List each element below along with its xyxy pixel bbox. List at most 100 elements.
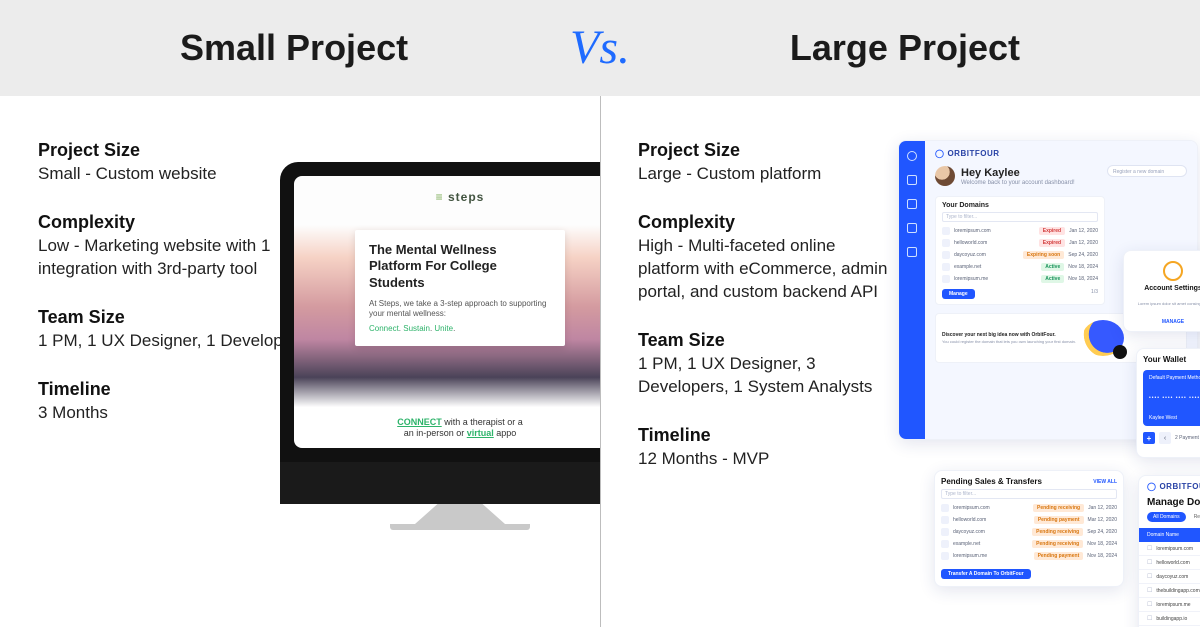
- steps-logo: steps: [436, 190, 485, 204]
- timeline-value: 3 Months: [38, 402, 298, 425]
- wallet-title: Your Wallet: [1143, 355, 1200, 364]
- manage-title: Manage Domains: [1139, 497, 1200, 512]
- imac-chin: [280, 462, 600, 504]
- header-title-large: Large Project: [790, 27, 1020, 69]
- timeline-label: Timeline: [638, 425, 898, 446]
- add-payment-button[interactable]: +: [1143, 432, 1155, 444]
- fact-team: Team Size 1 PM, 1 UX Designer, 3 Develop…: [638, 330, 898, 399]
- dashboard-cluster: ORBITFOUR Register a new domain Hey Kayl…: [898, 140, 1200, 620]
- pending-title: Pending Sales & Transfers: [941, 477, 1042, 486]
- account-settings-card: Account Settings Lorem ipsum dolor sit a…: [1123, 250, 1200, 332]
- size-value: Small - Custom website: [38, 163, 298, 186]
- hero-body: At Steps, we take a 3-step approach to s…: [369, 299, 551, 320]
- vs-icon: Vs.: [570, 24, 630, 72]
- brand-logo: ORBITFOUR: [935, 149, 1187, 158]
- fact-complexity: Complexity Low - Marketing website with …: [38, 212, 298, 281]
- complexity-value: Low - Marketing website with 1 integrati…: [38, 235, 298, 281]
- prev-card-button[interactable]: ‹: [1159, 432, 1171, 444]
- card-number: •••• •••• •••• ••••: [1149, 395, 1200, 401]
- size-value: Large - Custom platform: [638, 163, 898, 186]
- domain-row[interactable]: loremipsum.comExpiredJan 12, 2020: [942, 225, 1098, 237]
- manage-row[interactable]: loremipsum.me: [1139, 598, 1200, 612]
- wallet-count: 2 Payment Methods: [1175, 435, 1200, 441]
- domain-row[interactable]: loremipsum.meActiveNov 18, 2024: [942, 273, 1098, 285]
- manage-domains-card: ORBITFOUR Manage Domains All Domains Ren…: [1138, 475, 1200, 627]
- wallet-default-label: Default Payment Method: [1149, 375, 1200, 381]
- small-project-panel: Project Size Small - Custom website Comp…: [0, 96, 600, 627]
- comparison-header: Small Project Vs. Large Project: [0, 0, 1200, 96]
- settings-sub: Lorem ipsum dolor sit amet consing elit.: [1138, 301, 1200, 306]
- timeline-label: Timeline: [38, 379, 298, 400]
- imac-foot: [390, 524, 530, 530]
- manage-row[interactable]: buildingapp.io: [1139, 612, 1200, 626]
- pending-row[interactable]: daycoyuz.comPending receivingSep 24, 202…: [941, 526, 1117, 538]
- pending-filter-input[interactable]: Type to filter...: [941, 489, 1117, 499]
- hero-card: The Mental Wellness Platform For College…: [355, 230, 565, 346]
- manage-row[interactable]: thebuildingapp.com: [1139, 584, 1200, 598]
- team-value: 1 PM, 1 UX Designer, 3 Developers, 1 Sys…: [638, 353, 898, 399]
- notch-icon: [432, 162, 488, 175]
- domain-row[interactable]: example.netActiveNov 18, 2024: [942, 261, 1098, 273]
- pending-viewall-link[interactable]: VIEW ALL: [1093, 479, 1117, 485]
- hero-accent: Connect. Sustain. Unite.: [369, 324, 551, 334]
- fact-timeline: Timeline 3 Months: [38, 379, 298, 425]
- tab-renewals[interactable]: Renewals: [1190, 512, 1200, 522]
- search-input[interactable]: Register a new domain: [1107, 165, 1187, 177]
- promo-illustration-icon: [1082, 320, 1124, 356]
- settings-title: Account Settings: [1130, 285, 1200, 292]
- imac-stand: [415, 504, 505, 524]
- domains-title: Your Domains: [942, 202, 1098, 209]
- settings-manage-link[interactable]: MANAGE: [1162, 319, 1184, 325]
- large-project-panel: Project Size Large - Custom platform Com…: [600, 96, 1200, 627]
- complexity-value: High - Multi-faceted online platform wit…: [638, 235, 898, 304]
- size-label: Project Size: [638, 140, 898, 161]
- fact-team: Team Size 1 PM, 1 UX Designer, 1 Develop…: [38, 307, 298, 353]
- fact-timeline: Timeline 12 Months - MVP: [638, 425, 898, 471]
- pending-row[interactable]: loremipsum.mePending paymentNov 18, 2024: [941, 550, 1117, 562]
- greeting-sub: Welcome back to your account dashboard!: [961, 180, 1075, 186]
- manage-row[interactable]: loremipsum.com: [1139, 542, 1200, 556]
- pager: 1/3: [1091, 289, 1098, 295]
- fact-size: Project Size Small - Custom website: [38, 140, 298, 186]
- home-icon[interactable]: [907, 151, 917, 161]
- domain-row[interactable]: daycoyuz.comExpiring soonSep 24, 2020: [942, 249, 1098, 261]
- promo-sub: You could register the domain that lets …: [942, 339, 1076, 344]
- gear-icon: [1163, 261, 1183, 281]
- domains-widget: Your Domains Type to filter... loremipsu…: [935, 196, 1105, 305]
- pending-row[interactable]: example.netPending receivingNov 18, 2024: [941, 538, 1117, 550]
- th-domain: Domain Name: [1147, 532, 1179, 538]
- manage-row[interactable]: helloworld.com: [1139, 556, 1200, 570]
- filter-input[interactable]: Type to filter...: [942, 212, 1098, 222]
- tab-all-domains[interactable]: All Domains: [1147, 512, 1186, 522]
- settings-icon[interactable]: [907, 247, 917, 257]
- size-label: Project Size: [38, 140, 298, 161]
- domain-row[interactable]: helloworld.comExpiredJan 12, 2020: [942, 237, 1098, 249]
- imac-mockup: steps The Mental Wellness Platform For C…: [280, 162, 600, 530]
- manage-row[interactable]: daycoyuz.com: [1139, 570, 1200, 584]
- hero-title: The Mental Wellness Platform For College…: [369, 242, 551, 291]
- team-label: Team Size: [638, 330, 898, 351]
- complexity-label: Complexity: [38, 212, 298, 233]
- credit-card: Default Payment Method VISA •••• •••• ••…: [1143, 370, 1200, 426]
- header-title-small: Small Project: [180, 27, 408, 69]
- transfer-button[interactable]: Transfer A Domain To OrbitFour: [941, 569, 1031, 579]
- wallet-icon[interactable]: [907, 199, 917, 209]
- team-value: 1 PM, 1 UX Designer, 1 Developer: [38, 330, 298, 353]
- manage-button[interactable]: Manage: [942, 289, 975, 299]
- sidebar: [899, 141, 925, 439]
- greeting-name: Hey Kaylee: [961, 167, 1075, 179]
- card-holder: Kaylee West: [1149, 415, 1177, 421]
- grid-icon[interactable]: [907, 175, 917, 185]
- hero-subline: CONNECT with a therapist or a an in-pers…: [294, 417, 600, 440]
- pending-row[interactable]: helloworld.comPending paymentMar 12, 202…: [941, 514, 1117, 526]
- promo-title: Discover your next big idea now with Orb…: [942, 332, 1076, 338]
- fact-complexity: Complexity High - Multi-faceted online p…: [638, 212, 898, 304]
- timeline-value: 12 Months - MVP: [638, 448, 898, 471]
- pending-card: Pending Sales & Transfers VIEW ALL Type …: [934, 470, 1124, 587]
- brand-logo: ORBITFOUR: [1147, 482, 1200, 491]
- pending-row[interactable]: loremipsum.comPending receivingJan 12, 2…: [941, 502, 1117, 514]
- wallet-card: Your Wallet Default Payment Method VISA …: [1136, 348, 1200, 458]
- transfer-icon[interactable]: [907, 223, 917, 233]
- avatar: [935, 166, 955, 186]
- complexity-label: Complexity: [638, 212, 898, 233]
